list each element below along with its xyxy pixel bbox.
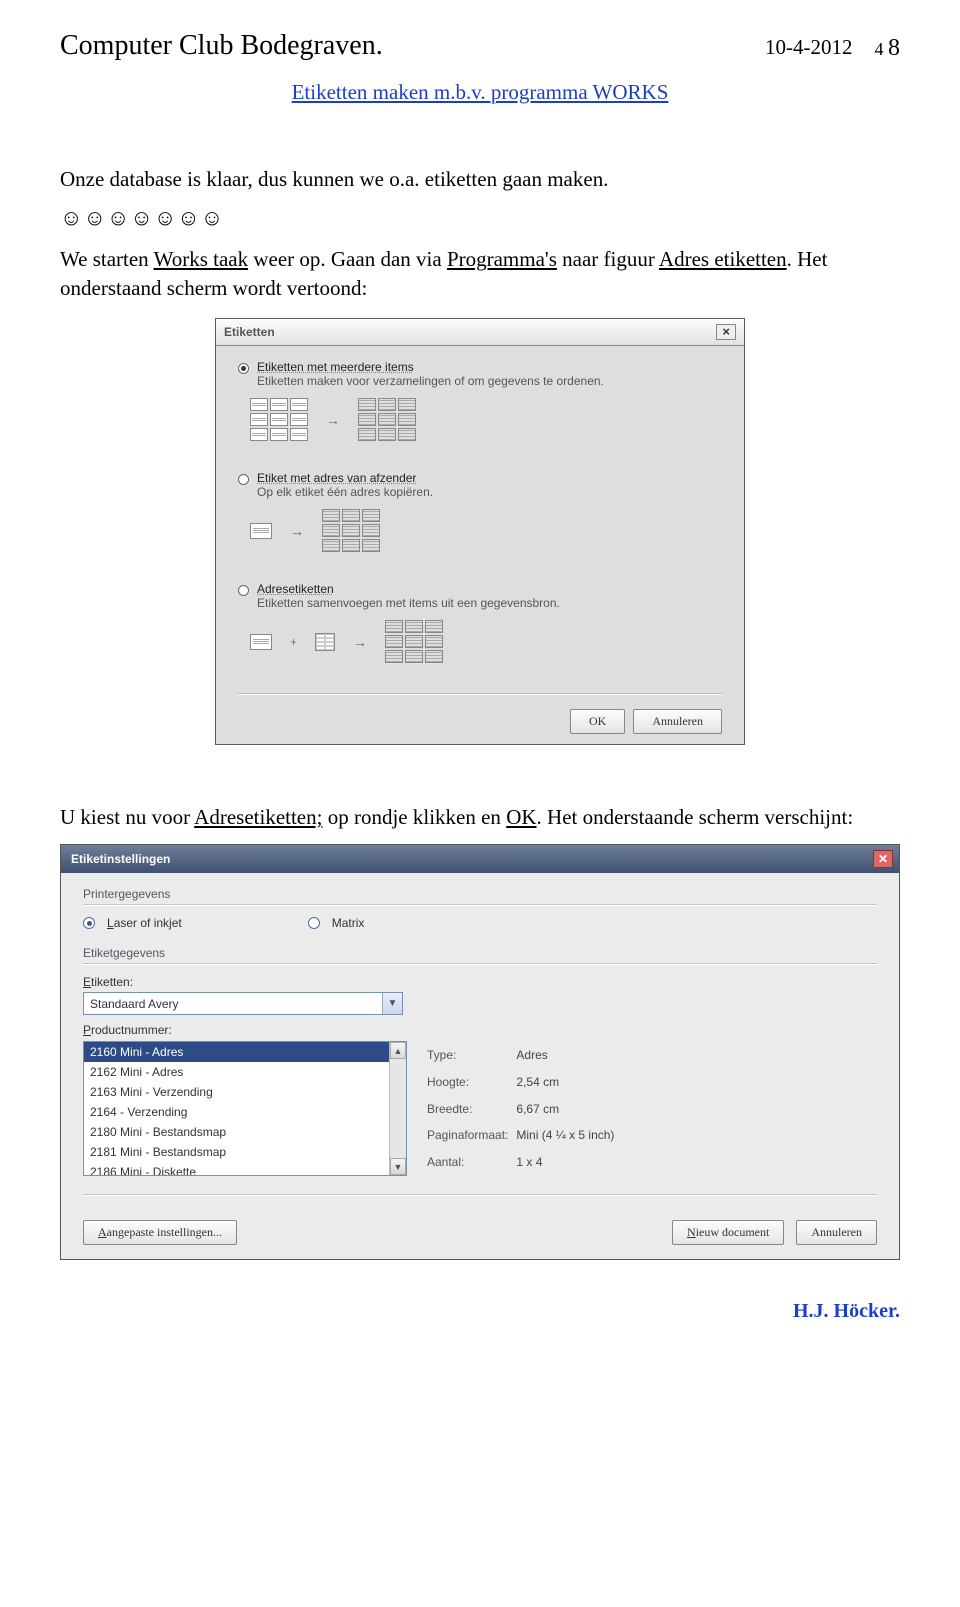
option-label: Etiket met adres van afzender [257, 471, 433, 485]
list-item[interactable]: 2163 Mini - Verzending [84, 1082, 389, 1102]
list-item[interactable]: 2180 Mini - Bestandsmap [84, 1122, 389, 1142]
radio-icon[interactable] [238, 585, 249, 596]
etiketten-combo[interactable]: Standaard Avery ▼ [83, 992, 403, 1015]
page-footer: H.J. Höcker. [60, 1300, 900, 1323]
scrollbar[interactable]: ▲ ▼ [389, 1042, 406, 1175]
paragraph-3: U kiest nu voor Adresetiketten; op rondj… [60, 805, 900, 830]
etiketten-field-label: Etiketten: [83, 975, 133, 989]
list-item[interactable]: 2181 Mini - Bestandsmap [84, 1142, 389, 1162]
chevron-down-icon[interactable]: ▼ [382, 993, 402, 1014]
dialog-title: Etiketinstellingen [71, 852, 170, 866]
cancel-button[interactable]: Annuleren [796, 1220, 877, 1245]
etiketinstellingen-dialog: Etiketinstellingen ✕ Printergegevens Las… [60, 844, 900, 1260]
option-label: Adresetiketten [257, 582, 560, 596]
header-date: 10-4-2012 [765, 35, 853, 62]
repeated-grid-icon [322, 509, 380, 552]
option-sender-address[interactable]: Etiket met adres van afzender Op elk eti… [238, 471, 722, 499]
single-card-icon [250, 634, 272, 650]
ok-button[interactable]: OK [570, 709, 625, 734]
labels-grid-filled-icon [358, 398, 416, 441]
illustration-multi: → [250, 398, 722, 441]
datasource-icon [315, 633, 335, 651]
radio-matrix-label: Matrix [332, 916, 365, 930]
dialog-title: Etiketten [224, 325, 275, 339]
org-name: Computer Club Bodegraven. [60, 30, 383, 62]
arrow-icon: → [353, 634, 367, 650]
arrow-icon: → [290, 523, 304, 539]
radio-icon[interactable] [238, 363, 249, 374]
page-subtitle: Etiketten maken m.b.v. programma WORKS [60, 80, 900, 105]
etiketten-dialog: Etiketten × Etiketten met meerdere items… [215, 318, 745, 745]
header-right: 10-4-2012 4 8 [765, 35, 900, 62]
list-item[interactable]: 2162 Mini - Adres [84, 1062, 389, 1082]
close-icon[interactable]: ✕ [873, 850, 893, 868]
arrow-icon: → [326, 412, 340, 428]
illustration-merge: + → [250, 620, 722, 663]
section-printer: Printergegevens [83, 887, 877, 901]
option-desc: Op elk etiket één adres kopiëren. [257, 485, 433, 499]
radio-laser[interactable] [83, 917, 95, 929]
cancel-button[interactable]: Annuleren [633, 709, 722, 734]
smiley-row: ☺☺☺☺☺☺☺ [60, 205, 900, 231]
new-document-button[interactable]: Nieuw document [672, 1220, 784, 1245]
paragraph-1: Onze database is klaar, dus kunnen we o.… [60, 165, 900, 193]
product-listbox[interactable]: 2160 Mini - Adres2162 Mini - Adres2163 M… [83, 1041, 407, 1176]
single-card-icon [250, 523, 272, 539]
option-multi-items[interactable]: Etiketten met meerdere items Etiketten m… [238, 360, 722, 388]
scroll-down-icon[interactable]: ▼ [390, 1158, 406, 1175]
product-info: Type:Adres Hoogte:2,54 cm Breedte:6,67 c… [425, 1041, 622, 1176]
section-etiket: Etiketgegevens [83, 946, 877, 960]
productnummer-label: Productnummer: [83, 1023, 172, 1037]
dialog-titlebar: Etiketten × [216, 319, 744, 346]
illustration-sender: → [250, 509, 722, 552]
radio-laser-label: Laser of inkjet [107, 916, 182, 930]
option-label: Etiketten met meerdere items [257, 360, 604, 374]
labels-grid-icon [250, 398, 308, 441]
dialog-titlebar: Etiketinstellingen ✕ [61, 845, 899, 873]
close-icon[interactable]: × [716, 324, 736, 340]
list-item[interactable]: 2164 - Verzending [84, 1102, 389, 1122]
option-address-labels[interactable]: Adresetiketten Etiketten samenvoegen met… [238, 582, 722, 610]
merged-grid-icon [385, 620, 443, 663]
custom-settings-button[interactable]: Aangepaste instellingen... [83, 1220, 237, 1245]
page-header: Computer Club Bodegraven. 10-4-2012 4 8 [60, 30, 900, 62]
page-number: 4 8 [875, 35, 901, 62]
scroll-up-icon[interactable]: ▲ [390, 1042, 406, 1059]
plus-icon: + [290, 635, 297, 649]
list-item[interactable]: 2186 Mini - Diskette [84, 1162, 389, 1175]
combo-value: Standaard Avery [84, 997, 382, 1011]
list-item[interactable]: 2160 Mini - Adres [84, 1042, 389, 1062]
option-desc: Etiketten samenvoegen met items uit een … [257, 596, 560, 610]
radio-icon[interactable] [238, 474, 249, 485]
radio-matrix[interactable] [308, 917, 320, 929]
option-desc: Etiketten maken voor verzamelingen of om… [257, 374, 604, 388]
paragraph-2: We starten Works taak weer op. Gaan dan … [60, 245, 900, 302]
